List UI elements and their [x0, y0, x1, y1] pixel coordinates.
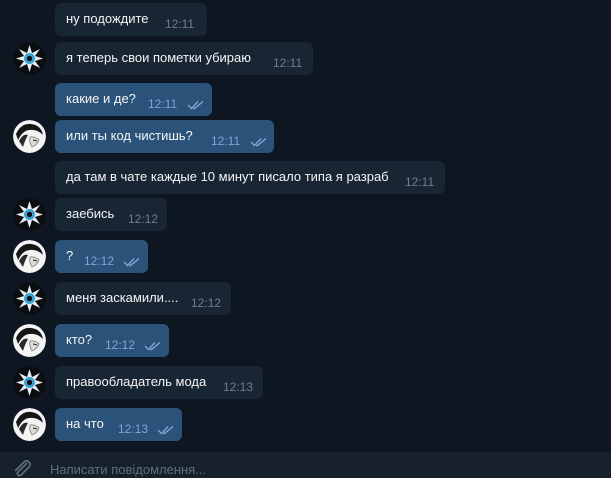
- read-ticks-icon: [144, 341, 161, 351]
- message-text: правообладатель мода: [66, 374, 207, 389]
- message-text: кто?: [66, 332, 93, 347]
- message-time: 12:11: [165, 17, 195, 31]
- read-ticks-icon: [187, 100, 204, 110]
- message-text: или ты код чистишь?: [66, 128, 193, 143]
- cat-icon[interactable]: [13, 366, 46, 399]
- message-text: ?: [66, 248, 74, 263]
- message-bubble-incoming[interactable]: заебись 12:12: [55, 198, 167, 231]
- message-input[interactable]: [50, 460, 601, 478]
- message-time: 12:13: [223, 380, 254, 394]
- message-time: 12:11: [211, 134, 241, 148]
- message-time: 12:12: [128, 212, 159, 226]
- message-bubble-incoming[interactable]: я теперь свои пометки убираю 12:11: [55, 42, 313, 75]
- message-text: на что: [66, 416, 104, 431]
- anime-icon[interactable]: [13, 324, 46, 357]
- paperclip-icon[interactable]: [10, 457, 34, 478]
- read-ticks-icon: [123, 257, 140, 267]
- message-bubble-incoming[interactable]: да там в чате каждые 10 минут писало тип…: [55, 161, 445, 194]
- message-text: меня заскамили....: [66, 290, 179, 305]
- anime-icon[interactable]: [13, 120, 46, 153]
- anime-icon[interactable]: [13, 408, 46, 441]
- message-bubble-outgoing[interactable]: кто? 12:12: [55, 324, 169, 357]
- message-time: 12:11: [148, 97, 178, 111]
- message-text: я теперь свои пометки убираю: [66, 50, 252, 65]
- message-time: 12:11: [405, 175, 435, 189]
- message-text: какие и де?: [66, 91, 136, 106]
- cat-icon[interactable]: [13, 42, 46, 75]
- message-bubble-incoming[interactable]: правообладатель мода 12:13: [55, 366, 263, 399]
- read-ticks-icon: [157, 425, 174, 435]
- cat-icon[interactable]: [13, 198, 46, 231]
- message-bubble-outgoing[interactable]: ? 12:12: [55, 240, 148, 273]
- chat-window: ну подождите 12:11 я теперь свои пометки…: [0, 0, 611, 478]
- message-bubble-outgoing[interactable]: на что 12:13: [55, 408, 182, 441]
- message-bubble-outgoing[interactable]: или ты код чистишь? 12:11: [55, 120, 274, 153]
- message-text: да там в чате каждые 10 минут писало тип…: [66, 169, 389, 184]
- cat-icon[interactable]: [13, 282, 46, 315]
- message-composer: [0, 452, 611, 478]
- message-bubble-incoming[interactable]: меня заскамили.... 12:12: [55, 282, 231, 315]
- read-ticks-icon: [250, 137, 267, 147]
- message-bubble-incoming[interactable]: ну подождите 12:11: [55, 3, 207, 36]
- message-bubble-outgoing[interactable]: какие и де? 12:11: [55, 83, 212, 116]
- message-text: заебись: [66, 206, 115, 221]
- message-time: 12:11: [273, 56, 303, 70]
- message-time: 12:13: [118, 422, 149, 436]
- anime-icon[interactable]: [13, 240, 46, 273]
- message-time: 12:12: [105, 338, 136, 352]
- message-time: 12:12: [191, 296, 222, 310]
- message-text: ну подождите: [66, 11, 149, 26]
- message-time: 12:12: [84, 254, 115, 268]
